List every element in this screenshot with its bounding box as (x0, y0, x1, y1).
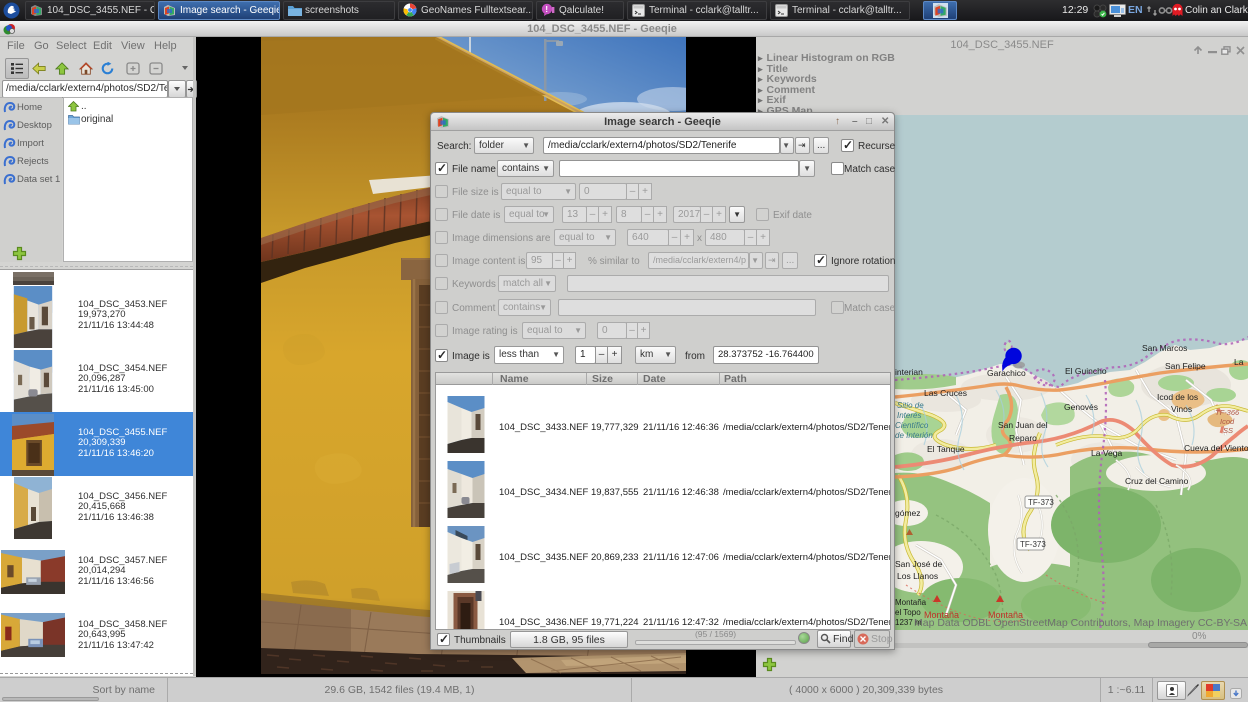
svg-text:TF-373: TF-373 (1020, 540, 1046, 549)
svg-text:el Topo: el Topo (895, 608, 921, 617)
svg-text:Las Cruces: Las Cruces (924, 388, 967, 398)
svg-text:San Felipe: San Felipe (1165, 361, 1206, 371)
svg-text:gómez: gómez (895, 508, 921, 518)
svg-text:La Vega: La Vega (1091, 448, 1122, 458)
svg-text:El Guincho: El Guincho (1065, 366, 1107, 376)
svg-text:San Marcos: San Marcos (1142, 343, 1187, 353)
svg-text:El Tanque: El Tanque (927, 444, 965, 454)
svg-text:Genovés: Genovés (1064, 402, 1098, 412)
svg-text:SS: SS (1223, 426, 1233, 435)
svg-text:Interés: Interés (897, 411, 921, 420)
svg-text:Cueva del Viento: Cueva del Viento (1184, 443, 1248, 453)
svg-text:Vinos: Vinos (1171, 404, 1192, 414)
svg-text:Icod: Icod (1220, 417, 1235, 426)
svg-text:!: ! (545, 4, 548, 14)
svg-text:San Juan del: San Juan del (998, 420, 1048, 430)
svg-text:La: La (1234, 357, 1244, 367)
svg-text:Icod de los: Icod de los (1157, 392, 1198, 402)
svg-text:Científico: Científico (895, 421, 929, 430)
svg-text:interian: interian (895, 367, 923, 377)
svg-text:Montaña: Montaña (895, 598, 927, 607)
svg-text:TF-373: TF-373 (1028, 498, 1054, 507)
svg-text:Reparo: Reparo (1009, 433, 1037, 443)
svg-text:de Interión: de Interión (895, 431, 933, 440)
svg-text:Cruz del Camino: Cruz del Camino (1125, 476, 1189, 486)
svg-text:TF-366: TF-366 (1215, 408, 1240, 417)
svg-text:Garachico: Garachico (987, 368, 1026, 378)
svg-text:Map Data ODBL OpenStreetMap Co: Map Data ODBL OpenStreetMap Contributors… (914, 617, 1248, 629)
svg-text:Los Llanos: Los Llanos (897, 571, 938, 581)
svg-text:San José de: San José de (895, 559, 943, 569)
svg-text:Sitio de: Sitio de (897, 401, 924, 410)
